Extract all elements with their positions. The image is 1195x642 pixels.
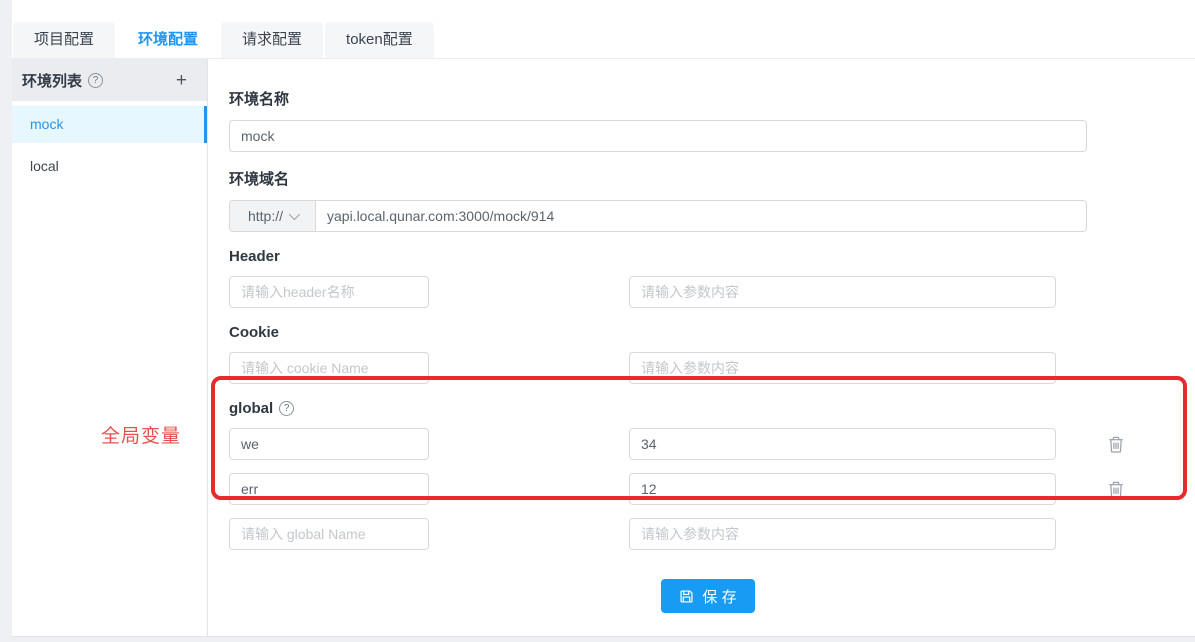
tab-token-config[interactable]: token配置 — [325, 22, 434, 58]
question-circle-icon[interactable]: ? — [279, 401, 294, 416]
cookie-name-input[interactable] — [229, 352, 429, 384]
environment-form: 环境名称 环境域名 http:// Header Cooki — [208, 59, 1195, 636]
global-name-input[interactable] — [229, 518, 429, 550]
save-button[interactable]: 保 存 — [661, 579, 755, 613]
protocol-select[interactable]: http:// — [229, 200, 315, 232]
tab-env-config[interactable]: 环境配置 — [117, 22, 219, 58]
delete-row-button[interactable] — [1105, 433, 1127, 456]
environment-sidebar: 环境列表 ? + mock local — [12, 59, 208, 636]
global-row — [229, 428, 1195, 460]
cookie-section-label: Cookie — [229, 324, 1195, 341]
global-name-input[interactable] — [229, 428, 429, 460]
env-name-input[interactable] — [229, 120, 1087, 152]
sidebar-item-mock[interactable]: mock — [12, 106, 207, 143]
global-row — [229, 473, 1195, 505]
env-domain-input[interactable] — [315, 200, 1087, 232]
global-name-input[interactable] — [229, 473, 429, 505]
save-icon — [679, 589, 694, 604]
settings-card: 项目配置 环境配置 请求配置 token配置 环境列表 ? + mock loc… — [12, 0, 1195, 637]
env-name-label: 环境名称 — [229, 88, 1195, 109]
global-value-input[interactable] — [629, 518, 1056, 550]
global-value-input[interactable] — [629, 473, 1056, 505]
add-environment-icon[interactable]: + — [176, 71, 187, 90]
header-name-input[interactable] — [229, 276, 429, 308]
cookie-value-input[interactable] — [629, 352, 1056, 384]
header-section-label: Header — [229, 248, 1195, 265]
settings-tabbar: 项目配置 环境配置 请求配置 token配置 — [12, 0, 1195, 59]
header-value-input[interactable] — [629, 276, 1056, 308]
env-domain-label: 环境域名 — [229, 168, 1195, 189]
trash-icon — [1107, 435, 1125, 454]
question-circle-icon[interactable]: ? — [88, 73, 103, 88]
delete-row-button[interactable] — [1105, 478, 1127, 501]
sidebar-item-local[interactable]: local — [12, 148, 207, 185]
tab-request-config[interactable]: 请求配置 — [221, 22, 323, 58]
tab-project-config[interactable]: 项目配置 — [13, 22, 115, 58]
global-value-input[interactable] — [629, 428, 1056, 460]
trash-icon — [1107, 480, 1125, 499]
chevron-down-icon — [289, 209, 300, 220]
environment-list-title: 环境列表 — [22, 70, 82, 91]
cookie-row — [229, 352, 1195, 384]
global-row-empty — [229, 518, 1195, 550]
global-section-label: global ? — [229, 400, 1195, 417]
header-row — [229, 276, 1195, 308]
environment-list-header: 环境列表 ? + — [12, 59, 207, 101]
env-domain-group: http:// — [229, 200, 1087, 232]
